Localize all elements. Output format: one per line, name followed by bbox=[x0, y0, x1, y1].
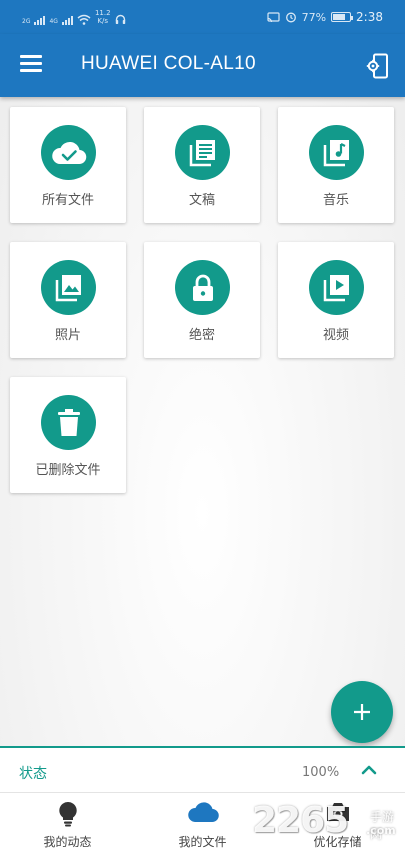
tile-label: 绝密 bbox=[188, 328, 215, 343]
watermark-number: 2265 bbox=[252, 800, 349, 841]
lock-icon bbox=[175, 260, 230, 315]
status-value: 100% bbox=[302, 765, 340, 780]
tile-label: 照片 bbox=[54, 328, 81, 343]
tile-label: 已删除文件 bbox=[35, 463, 101, 478]
signal-1-icon bbox=[34, 16, 46, 25]
tile-label: 视频 bbox=[322, 328, 349, 343]
battery-percent: 77% bbox=[301, 10, 327, 24]
watermark-logo: 2265 手游网 .com bbox=[252, 800, 405, 855]
device-settings-icon[interactable] bbox=[366, 53, 390, 79]
signal-2-icon bbox=[61, 16, 73, 25]
tile-secret[interactable]: 绝密 bbox=[144, 242, 260, 358]
app-bar: HUAWEI COL-AL10 bbox=[0, 34, 405, 97]
status-bar: 2G 4G 11.2 K/s 77% 2:38 bbox=[0, 0, 405, 34]
tile-videos[interactable]: 视频 bbox=[278, 242, 394, 358]
chevron-up-icon[interactable] bbox=[360, 763, 378, 777]
photo-icon bbox=[41, 260, 96, 315]
lightbulb-icon bbox=[58, 801, 77, 827]
music-note-icon bbox=[309, 125, 364, 180]
cloud-icon bbox=[187, 802, 219, 823]
status-panel: 状态 100% bbox=[0, 746, 405, 792]
tile-all-files[interactable]: 所有文件 bbox=[10, 107, 126, 223]
tile-deleted-files[interactable]: 已删除文件 bbox=[10, 377, 126, 493]
video-play-icon bbox=[309, 260, 364, 315]
cloud-check-icon bbox=[41, 125, 96, 180]
nav-my-activity[interactable]: 我的动态 bbox=[0, 793, 135, 855]
wifi-icon bbox=[77, 14, 91, 25]
tile-music[interactable]: 音乐 bbox=[278, 107, 394, 223]
tile-photos[interactable]: 照片 bbox=[10, 242, 126, 358]
app-title: HUAWEI COL-AL10 bbox=[81, 53, 256, 74]
nav-label: 我的动态 bbox=[43, 835, 92, 849]
cast-icon bbox=[266, 11, 280, 22]
tile-label: 所有文件 bbox=[41, 193, 94, 208]
sim1-label: 2G bbox=[22, 18, 31, 25]
plus-icon bbox=[354, 704, 370, 720]
trash-icon bbox=[41, 395, 96, 450]
add-button[interactable] bbox=[331, 681, 393, 743]
nav-label: 我的文件 bbox=[178, 835, 227, 849]
document-stack-icon bbox=[175, 125, 230, 180]
headset-icon bbox=[115, 14, 125, 24]
battery-icon bbox=[331, 12, 354, 22]
tile-label: 文稿 bbox=[188, 193, 215, 208]
network-speed-value: 11.2 bbox=[94, 9, 111, 17]
menu-icon[interactable] bbox=[20, 55, 42, 73]
alarm-icon bbox=[285, 12, 296, 23]
nav-my-files[interactable]: 我的文件 bbox=[135, 793, 270, 855]
clock: 2:38 bbox=[356, 10, 383, 24]
tile-label: 音乐 bbox=[322, 193, 349, 208]
watermark-domain: .com bbox=[366, 824, 396, 837]
sim2-label: 4G bbox=[49, 18, 58, 25]
status-label: 状态 bbox=[19, 766, 47, 782]
network-speed-unit: K/s bbox=[97, 17, 109, 25]
tile-documents[interactable]: 文稿 bbox=[144, 107, 260, 223]
network-speed: 11.2 K/s bbox=[95, 9, 111, 25]
